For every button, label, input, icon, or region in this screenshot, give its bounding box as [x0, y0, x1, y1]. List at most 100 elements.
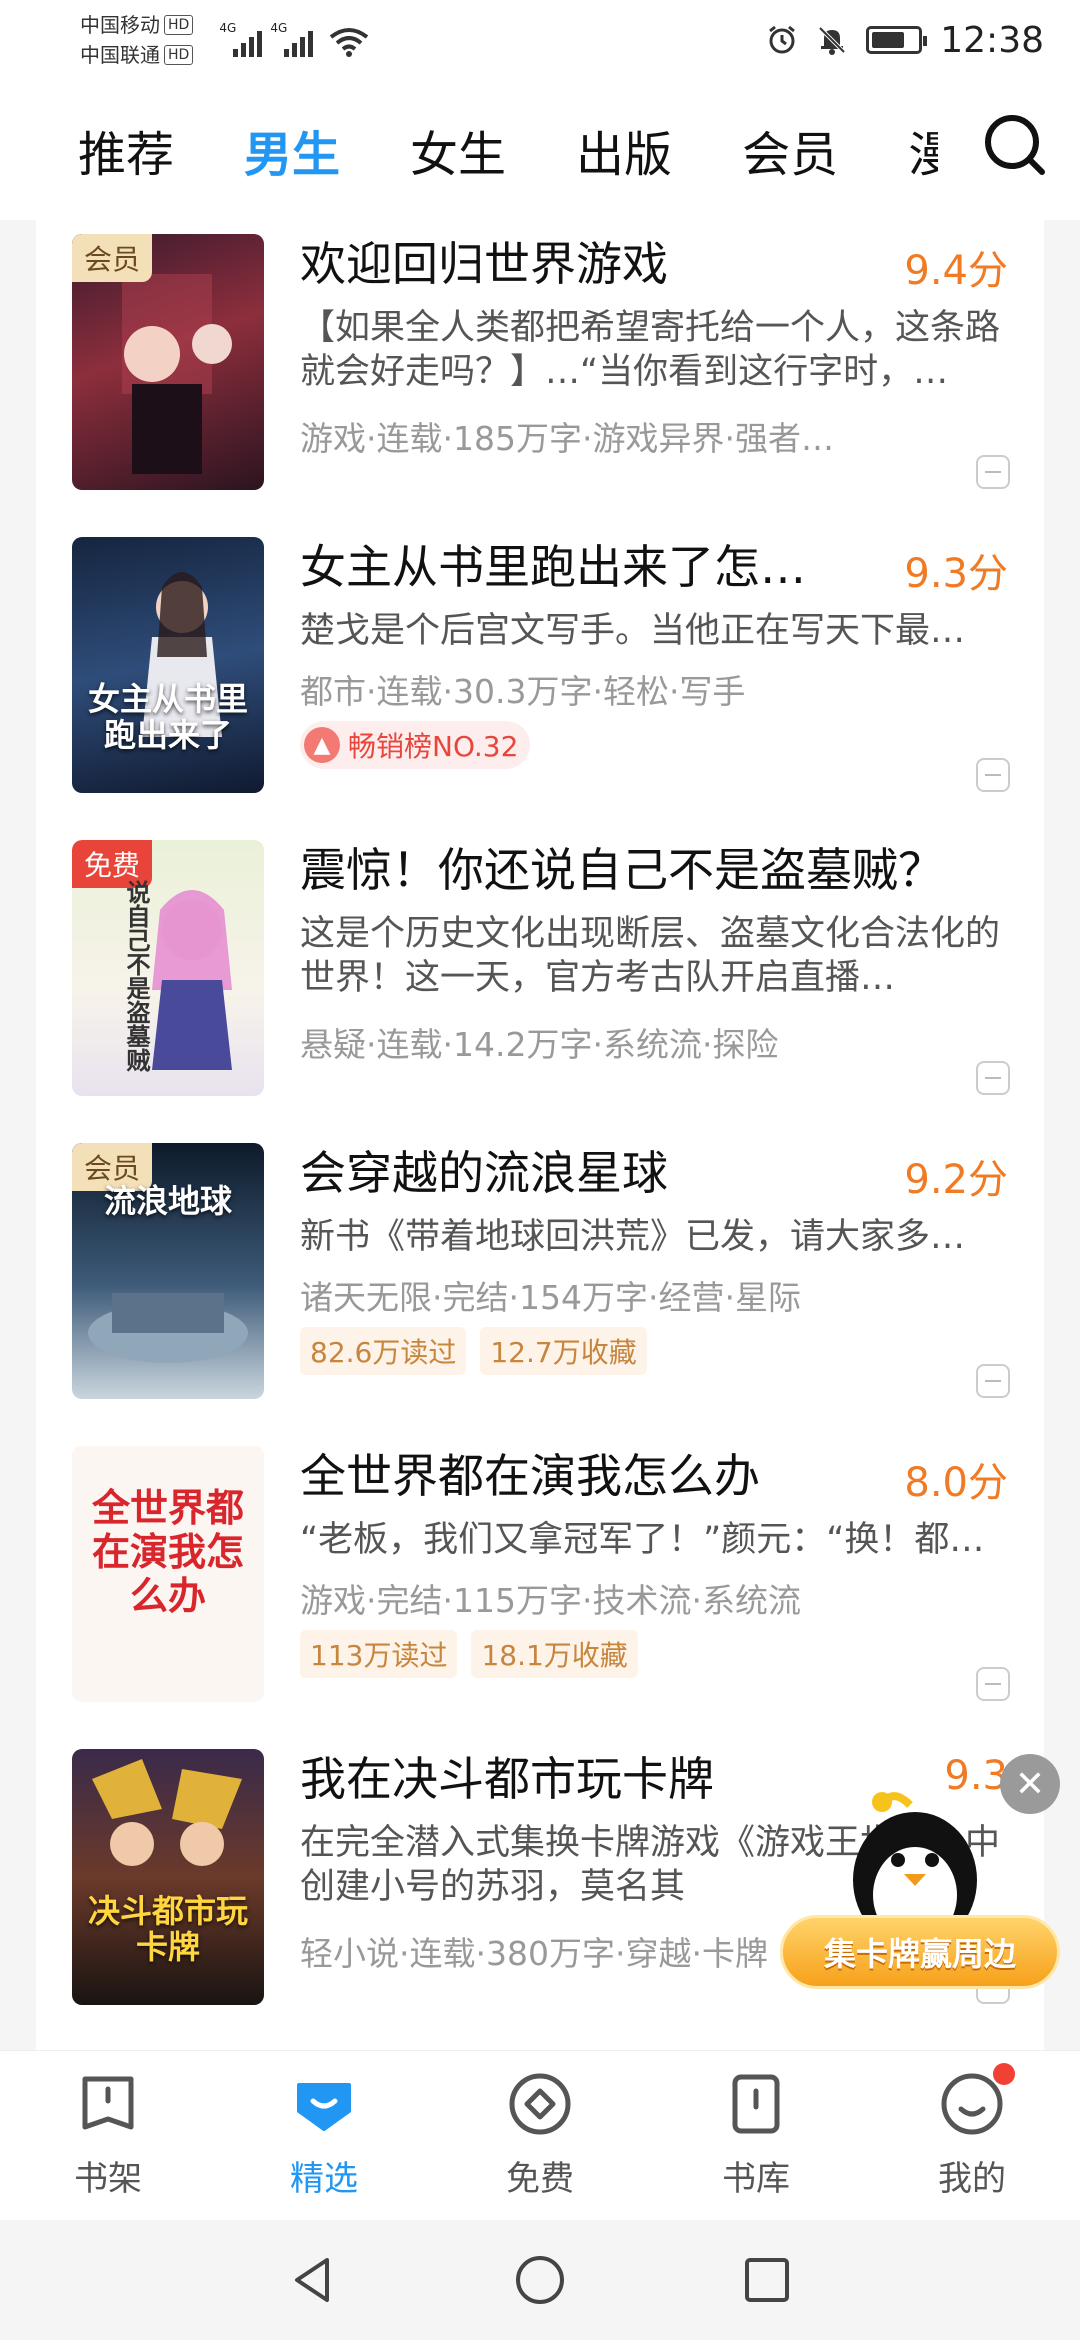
book-cover[interactable]: 免费 说自己不是盗墓贼 — [72, 840, 264, 1096]
book-cover[interactable]: 会员 流浪地球 — [72, 1143, 264, 1399]
book-meta: 悬疑·连载·14.2万字·系统流·探险 — [300, 1025, 779, 1064]
tab-female[interactable]: 女生 — [410, 115, 506, 185]
card-collect-promo[interactable]: 集卡牌赢周边 ✕ — [780, 1740, 1070, 2000]
tab-comic[interactable]: 漫画 — [908, 115, 938, 185]
book-description: 楚戈是个后宫文写手。当他正在写天下最… — [300, 611, 966, 651]
book-item[interactable]: 免费 说自己不是盗墓贼 震惊！你还说自己不是盗墓贼？ 这是个历史文化出现断层、盗… — [36, 826, 1044, 1129]
signal-strength: 4G 4G — [219, 21, 369, 57]
book-score: 9.3分 — [904, 551, 1008, 597]
clock-time: 12:38 — [940, 19, 1044, 61]
battery-icon — [866, 26, 928, 54]
carrier-1-label: 中国移动 — [80, 13, 160, 37]
book-title[interactable]: 震惊！你还说自己不是盗墓贼？ — [300, 840, 1008, 900]
book-score: 9.4分 — [904, 248, 1008, 294]
nav-label: 书架 — [74, 2159, 142, 2199]
category-tab-bar: 推荐 男生 女生 出版 会员 漫画 — [0, 80, 1080, 220]
rank-trophy-icon: ▲ — [304, 727, 340, 763]
nav-free[interactable]: 免费 — [432, 2051, 648, 2220]
cover-title: 流浪地球 — [103, 1182, 232, 1220]
library-icon — [732, 2074, 780, 2134]
dislike-button[interactable] — [976, 1667, 1010, 1701]
book-meta: 游戏·完结·115万字·技术流·系统流 — [300, 1581, 801, 1620]
book-title[interactable]: 欢迎回归世界游戏 — [300, 234, 860, 294]
book-info: 震惊！你还说自己不是盗墓贼？ 这是个历史文化出现断层、盗墓文化合法化的世界！这一… — [300, 840, 1008, 1129]
featured-icon — [297, 2083, 351, 2131]
network-type-label: 4G — [270, 21, 288, 35]
book-cover[interactable]: 全世界都在演我怎么办 — [72, 1446, 264, 1702]
nav-label: 书库 — [722, 2159, 790, 2199]
book-description: “老板，我们又拿冠军了！”颜元：“换！都… — [300, 1520, 985, 1560]
cover-title: 全世界都在演我怎么办 — [91, 1486, 244, 1618]
book-meta: 诸天无限·完结·154万字·经营·星际 — [300, 1278, 801, 1317]
network-type-label: 4G — [219, 21, 237, 35]
dislike-button[interactable] — [976, 1061, 1010, 1095]
tab-recommend[interactable]: 推荐 — [78, 115, 174, 185]
book-info: 女主从书里跑出来了怎… 9.3分 楚戈是个后宫文写手。当他正在写天下最… 都市·… — [300, 537, 1008, 826]
bestseller-rank-chip[interactable]: ▲ 畅销榜NO.32 — [300, 721, 531, 769]
book-meta: 都市·连载·30.3万字·轻松·写手 — [300, 672, 746, 711]
book-title[interactable]: 我在决斗都市玩卡牌 — [300, 1749, 860, 1809]
recents-icon[interactable] — [739, 2252, 795, 2308]
nav-profile[interactable]: 我的 — [864, 2051, 1080, 2220]
book-title[interactable]: 会穿越的流浪星球 — [300, 1143, 860, 1203]
bottom-navigation: 书架 精选 免费 书库 我的 — [0, 2050, 1080, 2220]
tab-member[interactable]: 会员 — [742, 115, 838, 185]
book-item[interactable]: 全世界都在演我怎么办 全世界都在演我怎么办 8.0分 “老板，我们又拿冠军了！”… — [36, 1432, 1044, 1735]
book-description: 这是个历史文化出现断层、盗墓文化合法化的世界！这一天，官方考古队开启直播… — [300, 914, 1001, 998]
book-item[interactable]: 女主从书里跑出来了 女主从书里跑出来了怎… 9.3分 楚戈是个后宫文写手。当他正… — [36, 523, 1044, 826]
notification-dot — [993, 2063, 1015, 2085]
nav-featured[interactable]: 精选 — [216, 2051, 432, 2220]
dislike-button[interactable] — [976, 1364, 1010, 1398]
book-cover[interactable]: 决斗都市玩卡牌 — [72, 1749, 264, 2005]
nav-library[interactable]: 书库 — [648, 2051, 864, 2220]
hd-badge: HD — [164, 45, 194, 65]
book-description: 【如果全人类都把希望寄托给一个人，这条路就会好走吗？】…“当你看到这行字时，… — [300, 308, 1001, 392]
status-right: 12:38 — [766, 20, 1044, 61]
book-score: 9.2分 — [904, 1157, 1008, 1203]
read-count-chip: 82.6万读过 — [300, 1327, 467, 1375]
book-item[interactable]: 会员 流浪地球 会穿越的流浪星球 9.2分 新书《带着地球回洪荒》已发，请大家多… — [36, 1129, 1044, 1432]
book-title[interactable]: 女主从书里跑出来了怎… — [300, 537, 860, 597]
rank-label: 畅销榜NO.32 — [348, 730, 519, 763]
hd-badge: HD — [164, 15, 194, 35]
book-item[interactable]: 会员 欢迎回归世界游戏 9.4分 【如果全人类都把希望寄托给一个人，这条路就会好… — [36, 220, 1044, 523]
book-info: 全世界都在演我怎么办 8.0分 “老板，我们又拿冠军了！”颜元：“换！都… 游戏… — [300, 1446, 1008, 1735]
dislike-button[interactable] — [976, 758, 1010, 792]
wifi-icon — [330, 28, 369, 57]
profile-icon — [939, 2063, 1015, 2137]
favorite-count-chip: 18.1万收藏 — [471, 1630, 638, 1678]
system-navigation-bar — [0, 2220, 1080, 2340]
nav-label: 我的 — [938, 2159, 1006, 2199]
mute-bell-icon — [818, 26, 846, 55]
free-icon — [509, 2073, 571, 2135]
bookshelf-icon — [82, 2076, 134, 2130]
carrier-2-label: 中国联通 — [80, 43, 160, 67]
promo-label[interactable]: 集卡牌赢周边 — [780, 1915, 1060, 1989]
cover-title: 女主从书里跑出来了 — [87, 680, 248, 754]
carrier-info: 中国移动 HD 中国联通 HD — [80, 10, 194, 70]
favorite-count-chip: 12.7万收藏 — [480, 1327, 647, 1375]
dislike-button[interactable] — [976, 455, 1010, 489]
category-tabs: 推荐 男生 女生 出版 会员 漫画 — [78, 115, 938, 185]
book-cover[interactable]: 会员 — [72, 234, 264, 490]
cover-title: 决斗都市玩卡牌 — [87, 1892, 248, 1966]
book-cover[interactable]: 女主从书里跑出来了 — [72, 537, 264, 793]
nav-bookshelf[interactable]: 书架 — [0, 2051, 216, 2220]
read-count-chip: 113万读过 — [300, 1630, 458, 1678]
signal-icon: 4G — [270, 21, 314, 57]
member-badge: 会员 — [72, 234, 153, 282]
book-info: 欢迎回归世界游戏 9.4分 【如果全人类都把希望寄托给一个人，这条路就会好走吗？… — [300, 234, 1008, 523]
search-icon[interactable] — [982, 112, 1046, 176]
back-icon[interactable] — [285, 2252, 341, 2308]
alarm-icon — [769, 25, 796, 54]
tab-male[interactable]: 男生 — [244, 115, 340, 185]
stats-chips: 113万读过 18.1万收藏 — [300, 1630, 1008, 1678]
book-info: 会穿越的流浪星球 9.2分 新书《带着地球回洪荒》已发，请大家多… 诸天无限·完… — [300, 1143, 1008, 1432]
tab-publish[interactable]: 出版 — [576, 115, 672, 185]
close-icon[interactable]: ✕ — [1000, 1754, 1060, 1814]
signal-icon: 4G — [219, 21, 263, 57]
book-description: 新书《带着地球回洪荒》已发，请大家多… — [300, 1217, 966, 1257]
nav-label: 精选 — [290, 2159, 358, 2199]
book-title[interactable]: 全世界都在演我怎么办 — [300, 1446, 860, 1506]
home-icon[interactable] — [512, 2252, 568, 2308]
